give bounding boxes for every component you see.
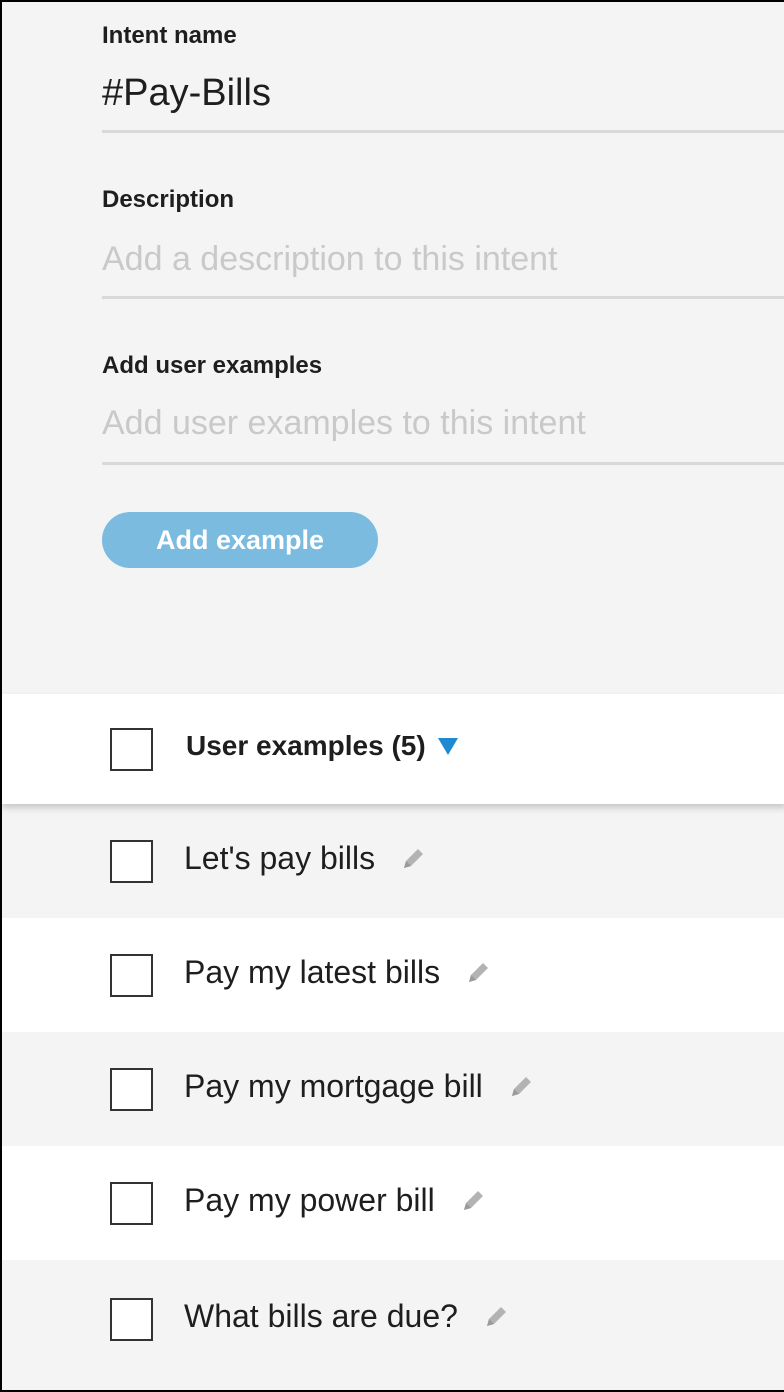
- user-examples-underline: [102, 462, 784, 465]
- list-item: Pay my power bill: [2, 1146, 784, 1260]
- user-example-input[interactable]: Add user examples to this intent: [102, 404, 586, 443]
- pencil-icon[interactable]: [457, 1185, 489, 1217]
- description-input[interactable]: Add a description to this intent: [102, 240, 558, 279]
- intent-name-underline: [102, 130, 784, 133]
- intent-name-input[interactable]: #Pay-Bills: [102, 72, 271, 115]
- example-text: Let's pay bills: [184, 840, 376, 876]
- example-text: What bills are due?: [184, 1298, 458, 1334]
- user-examples-field[interactable]: Add user examples Add user examples to t…: [102, 352, 784, 468]
- description-underline: [102, 296, 784, 299]
- description-field[interactable]: Description Add a description to this in…: [102, 186, 784, 302]
- user-examples-sort[interactable]: User examples (5): [186, 730, 458, 762]
- row-checkbox[interactable]: [110, 1298, 153, 1341]
- row-checkbox[interactable]: [110, 1068, 153, 1111]
- list-item: Pay my latest bills: [2, 918, 784, 1032]
- user-examples-count-label: User examples (5): [186, 730, 426, 761]
- row-checkbox[interactable]: [110, 840, 153, 883]
- example-text: Pay my power bill: [184, 1182, 435, 1218]
- description-label: Description: [102, 186, 235, 213]
- pencil-icon[interactable]: [397, 843, 429, 875]
- user-examples-label: Add user examples: [102, 352, 323, 379]
- add-example-button[interactable]: Add example: [102, 512, 378, 568]
- example-text: Pay my latest bills: [184, 954, 441, 990]
- intent-editor: Intent name #Pay-Bills Description Add a…: [0, 0, 784, 1392]
- caret-down-icon[interactable]: [437, 737, 458, 755]
- list-item: Pay my mortgage bill: [2, 1032, 784, 1146]
- row-checkbox[interactable]: [110, 1182, 153, 1225]
- intent-form: Intent name #Pay-Bills Description Add a…: [2, 2, 784, 694]
- intent-name-field[interactable]: Intent name #Pay-Bills: [102, 22, 784, 136]
- pencil-icon[interactable]: [462, 957, 494, 989]
- list-item: Let's pay bills: [2, 804, 784, 918]
- list-item: What bills are due?: [2, 1260, 784, 1390]
- intent-name-label: Intent name: [102, 22, 237, 49]
- select-all-checkbox[interactable]: [110, 728, 153, 771]
- pencil-icon[interactable]: [480, 1301, 512, 1333]
- row-checkbox[interactable]: [110, 954, 153, 997]
- user-examples-header: User examples (5): [2, 694, 784, 804]
- pencil-icon[interactable]: [505, 1071, 537, 1103]
- example-text: Pay my mortgage bill: [184, 1068, 483, 1104]
